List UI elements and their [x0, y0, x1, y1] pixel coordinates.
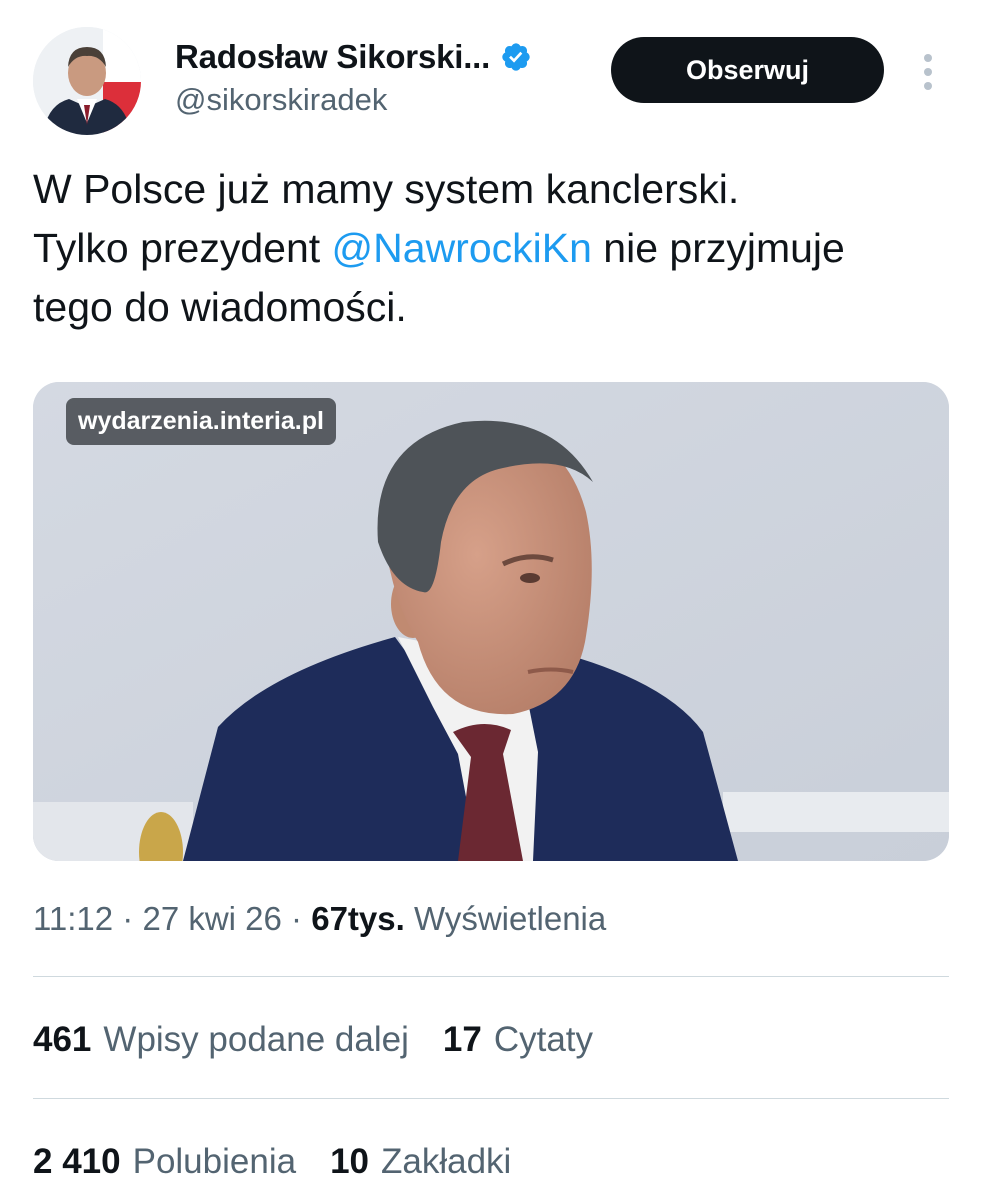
avatar-image: [33, 27, 141, 135]
author-name-row[interactable]: Radosław Sikorski...: [175, 38, 532, 76]
divider: [33, 976, 949, 977]
avatar[interactable]: [33, 27, 141, 135]
stat-count: 17: [442, 1020, 482, 1059]
tweet-text-line: tego do wiadomości.: [33, 284, 407, 330]
tweet-text-line: Tylko prezydent @NawrockiKn nie przyjmuj…: [33, 219, 953, 278]
author-handle[interactable]: @sikorskiradek: [175, 82, 387, 118]
stat-count: 461: [33, 1020, 92, 1059]
tweet-text-line: W Polsce już mamy system kanclerski.: [33, 166, 740, 212]
follow-button[interactable]: Obserwuj: [611, 37, 884, 103]
tweet-text-segment: Tylko prezydent: [33, 225, 332, 271]
divider: [33, 1098, 949, 1099]
stat-label: Cytaty: [493, 1020, 594, 1059]
views-label: Wyświetlenia: [404, 900, 607, 937]
reposts-stat[interactable]: 461 Wpisy podane dalej: [33, 1020, 409, 1060]
more-vertical-icon[interactable]: [914, 50, 942, 94]
stat-label: Wpisy podane dalej: [103, 1020, 409, 1059]
dot: [924, 82, 932, 90]
stat-count: 2 410: [33, 1142, 121, 1181]
dot: [924, 68, 932, 76]
separator: ·: [281, 900, 312, 937]
dot: [924, 54, 932, 62]
tweet-date[interactable]: 27 kwi 26: [142, 900, 281, 937]
tweet-text-segment: nie przyjmuje: [591, 225, 845, 271]
tweet-detail: Radosław Sikorski... @sikorskiradek Obse…: [0, 0, 982, 1200]
link-domain-badge[interactable]: wydarzenia.interia.pl: [66, 398, 336, 445]
photo: [33, 382, 949, 861]
link-card-image[interactable]: [33, 382, 949, 861]
separator: ·: [113, 900, 143, 937]
likes-stat[interactable]: 2 410 Polubienia: [33, 1142, 296, 1182]
quotes-stat[interactable]: 17 Cytaty: [443, 1020, 593, 1060]
mention-link[interactable]: @NawrockiKn: [332, 225, 592, 271]
verified-badge-icon: [502, 43, 530, 71]
tweet-time[interactable]: 11:12: [33, 900, 113, 937]
stat-label: Zakładki: [381, 1142, 512, 1181]
stats-row-reposts: 461 Wpisy podane dalej 17 Cytaty: [33, 1020, 627, 1060]
tweet-meta: 11:12 · 27 kwi 26 · 67tys. Wyświetlenia: [33, 900, 606, 938]
views-count: 67tys.: [311, 900, 405, 937]
stat-label: Polubienia: [132, 1142, 297, 1181]
stats-row-likes: 2 410 Polubienia 10 Zakładki: [33, 1142, 545, 1182]
author-display-name[interactable]: Radosław Sikorski...: [175, 38, 490, 76]
bookmarks-stat[interactable]: 10 Zakładki: [330, 1142, 511, 1182]
stat-count: 10: [330, 1142, 369, 1181]
tweet-text: W Polsce już mamy system kanclerski. Tyl…: [33, 160, 953, 337]
